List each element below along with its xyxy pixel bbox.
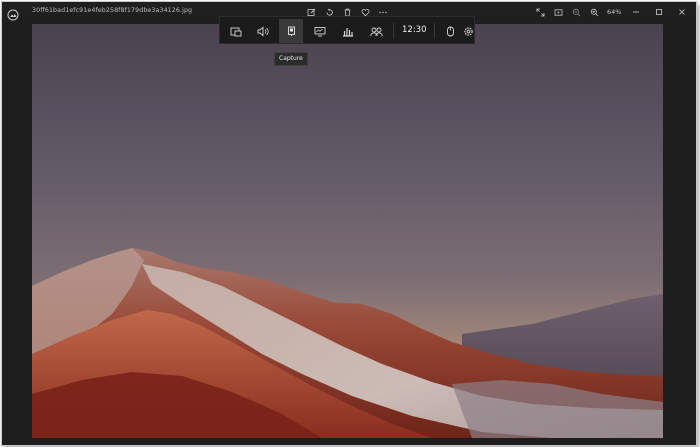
capture-icon[interactable] xyxy=(279,19,303,43)
audio-icon[interactable] xyxy=(251,19,275,43)
game-bar: 12:30 xyxy=(219,16,475,44)
zoom-in-icon[interactable] xyxy=(587,5,601,19)
divider xyxy=(434,23,435,39)
capture-tooltip: Capture xyxy=(274,52,308,66)
clock: 12:30 xyxy=(402,25,427,35)
file-name: 30ff61bad1efc91e4feb258f8f179dbe3a34126.… xyxy=(32,7,193,14)
performance-icon[interactable] xyxy=(308,19,332,43)
maximize-icon[interactable] xyxy=(651,5,667,19)
app-logo-icon xyxy=(7,6,19,21)
minimize-icon[interactable] xyxy=(628,5,644,19)
widget-menu-icon[interactable] xyxy=(224,19,248,43)
settings-icon[interactable] xyxy=(456,19,480,43)
divider xyxy=(393,23,394,39)
xbox-social-icon[interactable] xyxy=(364,19,388,43)
photos-window: 30ff61bad1efc91e4feb258f8f179dbe3a34126.… xyxy=(1,1,697,446)
slideshow-icon[interactable] xyxy=(551,5,565,19)
close-icon[interactable] xyxy=(674,5,690,19)
full-screen-icon[interactable] xyxy=(533,5,547,19)
zoom-out-icon[interactable] xyxy=(569,5,583,19)
photo-image xyxy=(32,24,663,438)
zoom-level[interactable]: 64% xyxy=(607,8,621,16)
resources-icon[interactable] xyxy=(336,19,360,43)
